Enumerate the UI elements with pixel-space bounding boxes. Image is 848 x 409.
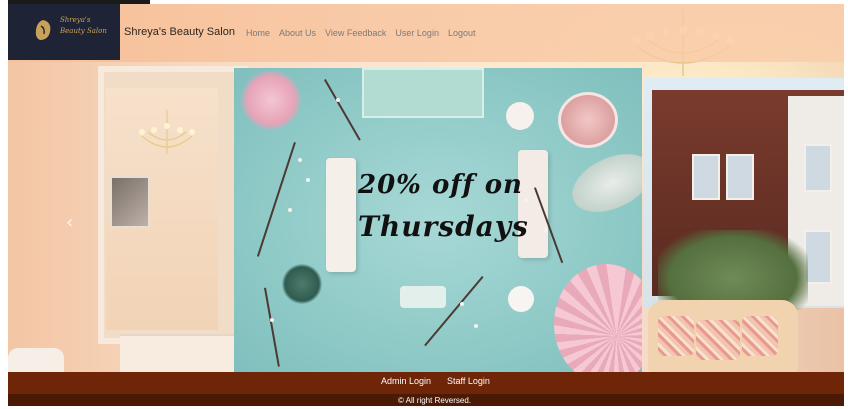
nav-user-login[interactable]: User Login: [395, 28, 439, 38]
cream-jar: [558, 92, 618, 148]
blossom: [474, 324, 478, 328]
succulent: [282, 264, 322, 304]
dried-leaf: [563, 142, 642, 224]
house-window: [692, 154, 720, 200]
cabinet: [120, 334, 240, 374]
footer-links-bar: Admin Login Staff Login: [8, 372, 844, 394]
chandelier-left-icon: [139, 110, 195, 154]
footer-links: Admin Login Staff Login: [381, 376, 490, 386]
carousel-slide-promo[interactable]: 20% off on Thursdays: [234, 68, 642, 372]
nav-home[interactable]: Home: [246, 28, 270, 38]
paper-fan: [554, 264, 642, 372]
blossom: [270, 318, 274, 322]
stool: [8, 348, 64, 372]
copyright-text: © All right Reversed.: [398, 396, 472, 405]
small-jar: [506, 102, 534, 130]
blossom: [336, 98, 340, 102]
wall-portrait: [110, 176, 150, 228]
sofa-pillow: [658, 316, 694, 356]
salon-logo[interactable]: Shreya's Beauty Salon: [8, 4, 120, 60]
sofa-pillow: [696, 320, 740, 360]
chevron-left-icon[interactable]: ‹: [66, 212, 73, 233]
blossom-branch: [264, 287, 280, 367]
tree: [658, 230, 808, 310]
blossom: [460, 302, 464, 306]
serum-bottle: [400, 286, 446, 308]
cosmetic-bag: [362, 68, 484, 118]
blossom-branch: [256, 142, 296, 257]
logo-script-line1: Shreya's: [60, 16, 91, 24]
staff-login-link[interactable]: Staff Login: [447, 376, 490, 386]
house-window: [726, 154, 754, 200]
house-window: [804, 144, 832, 192]
footer-copyright-bar: © All right Reversed.: [8, 394, 844, 406]
nav-logout[interactable]: Logout: [448, 28, 476, 38]
blossom: [544, 228, 548, 232]
promo-line1: 20% off on: [358, 170, 523, 200]
peony-flower: [240, 70, 302, 130]
brand-name[interactable]: Shreya's Beauty Salon: [124, 26, 235, 38]
nav-about-us[interactable]: About Us: [279, 28, 316, 38]
blossom-branch: [324, 79, 361, 141]
cream-tube: [326, 158, 356, 272]
blossom: [306, 178, 310, 182]
pearl: [508, 286, 534, 312]
logo-script-line2: Beauty Salon: [60, 27, 107, 35]
site-header: Shreya's Beauty Salon Shreya's Beauty Sa…: [8, 4, 844, 62]
blossom: [298, 158, 302, 162]
main-nav: Home About Us View Feedback User Login L…: [246, 28, 475, 38]
promo-text: 20% off on Thursdays: [358, 170, 538, 243]
nav-view-feedback[interactable]: View Feedback: [325, 28, 386, 38]
promo-line2: Thursdays: [358, 210, 529, 243]
blossom: [288, 208, 292, 212]
house-window: [804, 230, 832, 284]
sofa-pillow: [742, 316, 778, 356]
page: ‹ Shreya's Beauty Salon Shreya's Beauty …: [8, 4, 844, 406]
woman-face-icon: [35, 20, 51, 40]
admin-login-link[interactable]: Admin Login: [381, 376, 431, 386]
